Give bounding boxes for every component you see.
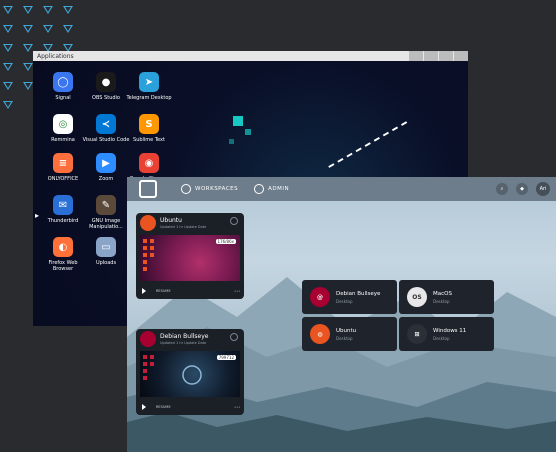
session-thumbnail[interactable]: 176/86x [140, 235, 240, 281]
workspace-tile[interactable]: @ Debian Bullseye Desktop [302, 280, 397, 314]
workspace-name: MacOS [433, 290, 452, 297]
app-launcher-label: ONLYOFFICE [47, 176, 79, 182]
app-launcher[interactable]: S Sublime Text [125, 114, 173, 143]
notifications-button[interactable]: ◆ [516, 183, 528, 195]
workspace-description: Desktop [433, 298, 450, 304]
app-launcher-label: Thunderbird [47, 218, 79, 224]
chrome-icon: ◉ [139, 153, 159, 173]
macos-icon: OS [407, 287, 427, 307]
search-icon: ⌕ [500, 186, 504, 192]
workspace-tile[interactable]: ⊞ Windows 11 Desktop [399, 317, 494, 351]
app-launcher-label: Visual Studio Code [82, 137, 130, 143]
bell-icon: ◆ [520, 186, 524, 192]
session-title: Ubuntu [160, 217, 182, 224]
resume-label[interactable]: RESUME [156, 405, 171, 409]
app-launcher[interactable]: ◐ Firefox Web Browser [39, 237, 87, 272]
play-icon[interactable] [142, 288, 146, 294]
nav-admin[interactable]: ADMIN [254, 184, 289, 194]
app-launcher-label: OBS Studio [92, 95, 120, 101]
app-launcher[interactable]: ✉ Thunderbird [39, 195, 87, 224]
windows-icon: ⊞ [407, 324, 427, 344]
session-subtitle: Updated 1 hr Update Date [160, 225, 207, 229]
sublime-icon: S [139, 114, 159, 134]
workspaces-icon [181, 184, 191, 194]
workspace-tile[interactable]: ◍ Ubuntu Desktop [302, 317, 397, 351]
app-launcher[interactable]: ▶ Zoom [82, 153, 130, 182]
remmina-icon: ◎ [53, 114, 73, 134]
workspace-description: Desktop [336, 298, 353, 304]
thunderbird-icon: ✉ [53, 195, 73, 215]
app-launcher-label: Uploads [95, 260, 117, 266]
app-launcher[interactable]: ◯ Signal [39, 72, 87, 101]
telegram-icon: ➤ [139, 72, 159, 92]
app-launcher[interactable]: ✎ GNU Image Manipulatio... [82, 195, 130, 230]
app-launcher-label: Sublime Text [133, 137, 165, 143]
avatar[interactable]: Ari [536, 182, 550, 196]
kasm-top-bar: WORKSPACES ADMIN ⌕ ◆ Ari [127, 177, 556, 201]
avatar-initials: Ari [539, 186, 547, 192]
app-launcher-label: Firefox Web Browser [48, 260, 78, 272]
session-thumbnail[interactable]: 799712 [140, 351, 240, 397]
app-launcher-label: Zoom [98, 176, 114, 182]
search-button[interactable]: ⌕ [496, 183, 508, 195]
session-title: Debian Bullseye [160, 333, 209, 340]
session-card-debian[interactable]: Debian Bullseye Updated 1 hr Update Date… [136, 329, 244, 415]
app-launcher[interactable]: ◎ Remmina [39, 114, 87, 143]
more-options-icon[interactable]: ⋯ [234, 404, 240, 411]
kasm-logo-icon[interactable] [139, 180, 157, 198]
wallpaper-pixel [233, 116, 243, 126]
session-subtitle: Updated 1 hr Update Date [160, 341, 207, 345]
workspace-name: Debian Bullseye [336, 290, 381, 297]
wallpaper-pixel [229, 139, 234, 144]
workspace-description: Desktop [433, 335, 450, 341]
workspace-name: Ubuntu [336, 327, 357, 334]
signal-icon: ◯ [53, 72, 73, 92]
nav-admin-label: ADMIN [268, 186, 290, 192]
gear-icon [254, 184, 265, 194]
app-launcher[interactable]: ➤ Telegram Desktop [125, 72, 173, 101]
restore-button[interactable] [438, 51, 453, 61]
debian-icon [140, 331, 156, 347]
vscode-icon: ≺ [96, 114, 116, 134]
gimp-icon: ✎ [96, 195, 116, 215]
workspace-description: Desktop [336, 335, 353, 341]
resume-label[interactable]: RESUME [156, 289, 171, 293]
app-launcher-label: Signal [55, 95, 71, 101]
close-icon[interactable] [230, 333, 238, 341]
app-launcher-label: Telegram Desktop [126, 95, 172, 101]
workspace-name: Windows 11 [433, 327, 467, 334]
session-badge: 176/86x [215, 239, 236, 244]
kasm-window: WORKSPACES ADMIN ⌕ ◆ Ari Ubuntu Updated … [127, 177, 556, 452]
zoom-icon: ▶ [96, 153, 116, 173]
onlyoffice-icon: ≡ [53, 153, 73, 173]
nav-workspaces[interactable]: WORKSPACES [181, 184, 238, 194]
applications-titlebar[interactable]: Applications [33, 51, 468, 61]
ubuntu-icon [140, 215, 156, 231]
session-badge: 799712 [216, 355, 236, 360]
more-options-icon[interactable]: ⋯ [234, 288, 240, 295]
applications-window-title: Applications [37, 52, 74, 60]
app-launcher[interactable]: ≺ Visual Studio Code [82, 114, 130, 143]
nav-workspaces-label: WORKSPACES [195, 186, 239, 192]
ubuntu-icon: ◍ [310, 324, 330, 344]
wallpaper-pixel [245, 129, 251, 135]
app-launcher-label: GNU Image Manipulatio... [89, 218, 123, 230]
app-launcher[interactable]: ≡ ONLYOFFICE [39, 153, 87, 182]
app-launcher-label: Remmina [51, 137, 75, 143]
close-icon[interactable] [230, 217, 238, 225]
minimize-button[interactable] [408, 51, 423, 61]
workspace-tile[interactable]: OS MacOS Desktop [399, 280, 494, 314]
debian-icon: @ [310, 287, 330, 307]
app-launcher[interactable]: ● OBS Studio [82, 72, 130, 101]
session-card-ubuntu[interactable]: Ubuntu Updated 1 hr Update Date 176/86x … [136, 213, 244, 299]
uploads-folder-icon: ▭ [96, 237, 116, 257]
close-button[interactable] [453, 51, 468, 61]
firefox-icon: ◐ [53, 237, 73, 257]
maximize-button[interactable] [423, 51, 438, 61]
obs-icon: ● [96, 72, 116, 92]
wallpaper-dashed-line [328, 121, 408, 169]
app-launcher[interactable]: ▭ Uploads [82, 237, 130, 266]
play-icon[interactable] [142, 404, 146, 410]
